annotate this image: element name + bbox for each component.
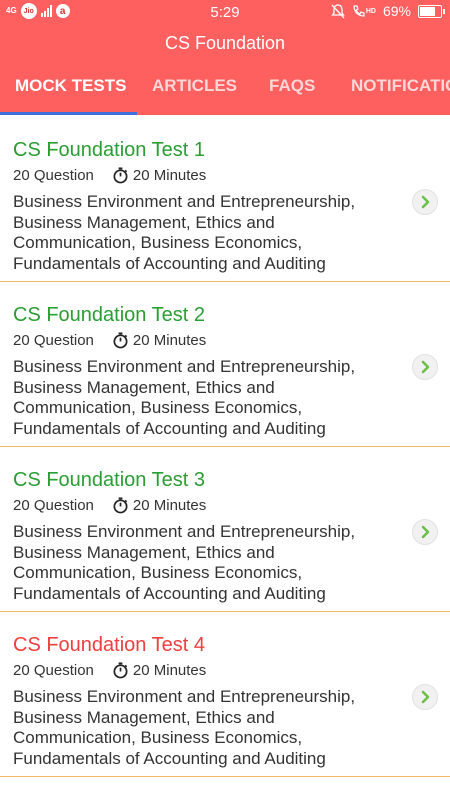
test-duration: 20 Minutes bbox=[132, 662, 207, 679]
tab-bar: MOCK TESTS ARTICLES FAQS NOTIFICATIO bbox=[0, 72, 450, 115]
list-item[interactable]: CS Foundation Test 2 20 Question 20 Minu… bbox=[0, 282, 450, 447]
test-description: Business Environment and Entrepreneurshi… bbox=[13, 357, 356, 438]
stopwatch-icon bbox=[113, 662, 128, 679]
list-item[interactable]: CS Foundation Test 3 20 Question 20 Minu… bbox=[0, 447, 450, 612]
duration-group: 20 Minutes bbox=[112, 332, 206, 349]
stopwatch-icon bbox=[113, 497, 128, 514]
tab-faqs[interactable]: FAQS bbox=[269, 76, 315, 96]
stopwatch-icon bbox=[113, 167, 128, 184]
app-bar: CS Foundation MOCK TESTS ARTICLES FAQS N… bbox=[0, 24, 450, 115]
duration-group: 20 Minutes bbox=[112, 167, 206, 184]
question-count: 20 Question bbox=[13, 167, 94, 184]
test-title: CS Foundation Test 1 bbox=[13, 139, 205, 161]
test-title: CS Foundation Test 4 bbox=[13, 634, 205, 656]
test-title: CS Foundation Test 2 bbox=[13, 304, 205, 326]
test-duration: 20 Minutes bbox=[132, 167, 207, 184]
status-bar: 4G Jio a 5:29 HD 69% bbox=[0, 0, 450, 24]
tab-notifications[interactable]: NOTIFICATIO bbox=[351, 76, 450, 96]
hd-label: HD bbox=[365, 7, 376, 15]
chevron-right-icon bbox=[421, 360, 430, 374]
test-duration: 20 Minutes bbox=[132, 497, 207, 514]
test-description: Business Environment and Entrepreneurshi… bbox=[13, 687, 356, 768]
chevron-right-icon bbox=[421, 525, 430, 539]
list-item[interactable]: CS Foundation Test 1 20 Question 20 Minu… bbox=[0, 117, 450, 282]
tab-mock-tests[interactable]: MOCK TESTS bbox=[15, 76, 126, 96]
open-test-button[interactable] bbox=[412, 189, 438, 215]
page-title: CS Foundation bbox=[164, 33, 286, 53]
test-meta: 20 Question 20 Minutes bbox=[13, 662, 206, 679]
test-description: Business Environment and Entrepreneurshi… bbox=[13, 192, 356, 273]
test-title: CS Foundation Test 3 bbox=[13, 469, 205, 491]
battery-percent: 69% bbox=[382, 3, 411, 19]
question-count: 20 Question bbox=[13, 662, 94, 679]
question-count: 20 Question bbox=[13, 497, 94, 514]
status-right: HD 69% bbox=[331, 3, 445, 19]
test-meta: 20 Question 20 Minutes bbox=[13, 497, 206, 514]
open-test-button[interactable] bbox=[412, 354, 438, 380]
test-list: CS Foundation Test 1 20 Question 20 Minu… bbox=[0, 117, 450, 777]
chevron-right-icon bbox=[421, 690, 430, 704]
test-duration: 20 Minutes bbox=[132, 332, 207, 349]
call-icon: HD bbox=[352, 4, 376, 18]
stopwatch-icon bbox=[113, 332, 128, 349]
mute-icon bbox=[331, 3, 345, 18]
open-test-button[interactable] bbox=[412, 519, 438, 545]
tab-articles[interactable]: ARTICLES bbox=[152, 76, 237, 96]
test-meta: 20 Question 20 Minutes bbox=[13, 167, 206, 184]
duration-group: 20 Minutes bbox=[112, 497, 206, 514]
test-meta: 20 Question 20 Minutes bbox=[13, 332, 206, 349]
battery-icon bbox=[418, 4, 445, 18]
tab-indicator bbox=[0, 112, 137, 115]
test-description: Business Environment and Entrepreneurshi… bbox=[13, 522, 356, 603]
list-item[interactable]: CS Foundation Test 4 20 Question 20 Minu… bbox=[0, 612, 450, 777]
open-test-button[interactable] bbox=[412, 684, 438, 710]
duration-group: 20 Minutes bbox=[112, 662, 206, 679]
question-count: 20 Question bbox=[13, 332, 94, 349]
chevron-right-icon bbox=[421, 195, 430, 209]
